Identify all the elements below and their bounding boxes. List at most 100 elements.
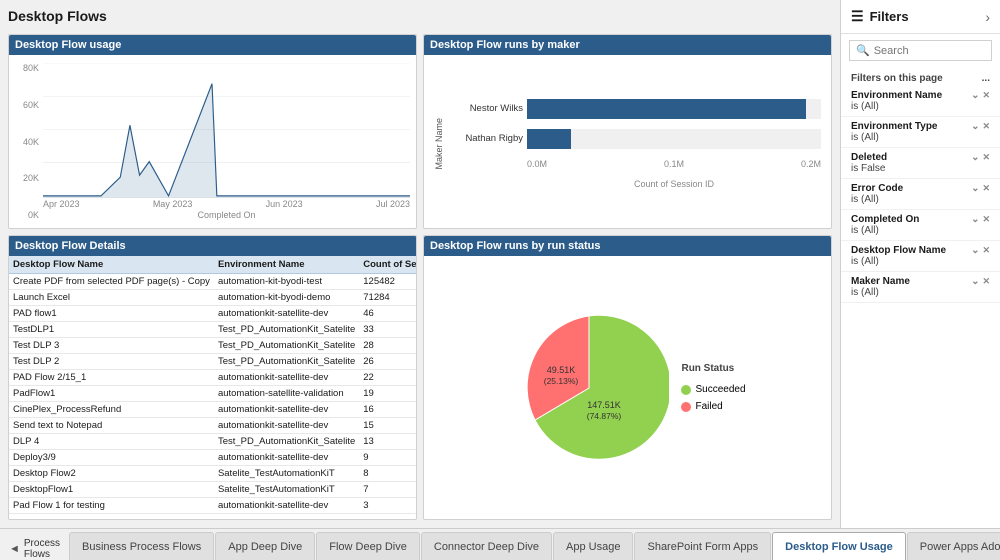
filter-name: Desktop Flow Name ⌄ ✕ [851, 245, 990, 256]
failed-dot [681, 402, 691, 412]
table-row: Deploy3/9automationkit-satellite-dev95/1… [9, 450, 416, 466]
chevron-down-icon[interactable]: ⌄ [971, 214, 979, 225]
filter-name: Environment Name ⌄ ✕ [851, 90, 990, 101]
table-row: Desktop Flow2Satelite_TestAutomationKiT8… [9, 466, 416, 482]
filter-item[interactable]: Maker Name ⌄ ✕ is (All) [841, 272, 1000, 303]
tab-power-apps-adoption[interactable]: Power Apps Adoption [907, 532, 1000, 560]
search-input[interactable] [874, 45, 985, 57]
tab-sharepoint-form-apps[interactable]: SharePoint Form Apps [634, 532, 771, 560]
filter-item[interactable]: Completed On ⌄ ✕ is (All) [841, 210, 1000, 241]
table-row: DLP 4Test_PD_AutomationKit_Satelite137/1… [9, 434, 416, 450]
table-cell: PAD Flow 2/15_1 [9, 370, 214, 386]
usage-chart-card: Desktop Flow usage 80K 60K 40K 20K 0K [8, 34, 417, 229]
table-cell: Test_PD_AutomationKit_Satelite [214, 322, 359, 338]
delete-filter-icon[interactable]: ✕ [982, 183, 990, 194]
usage-chart-title: Desktop Flow usage [9, 35, 416, 55]
table-cell: Test_PD_AutomationKit_Satelite [214, 354, 359, 370]
maker-chart-card: Desktop Flow runs by maker Maker Name Ne… [423, 34, 832, 229]
maker-row-0: Nestor Wilks [448, 99, 821, 119]
filters-close-icon[interactable]: › [985, 9, 990, 25]
legend-failed: Failed [681, 401, 745, 412]
filters-header: ☰ Filters › [841, 0, 1000, 34]
maker-label-0: Nestor Wilks [448, 103, 523, 114]
table-cell: CinePlex_ProcessRefund [9, 402, 214, 418]
table-cell: Satelite_TestAutomationKiT [214, 466, 359, 482]
table-row: Test DLP 3Test_PD_AutomationKit_Satelite… [9, 338, 416, 354]
filter-value: is (All) [851, 101, 990, 112]
filter-icons: ⌄ ✕ [971, 183, 990, 194]
svg-text:(74.87%): (74.87%) [587, 411, 622, 421]
filter-items: Environment Name ⌄ ✕ is (All) Environmen… [841, 86, 1000, 528]
delete-filter-icon[interactable]: ✕ [982, 152, 990, 163]
chevron-down-icon[interactable]: ⌄ [971, 90, 979, 101]
tab-nav-prev[interactable]: ◄ [6, 543, 23, 555]
col-flow-name: Desktop Flow Name [9, 256, 214, 274]
process-flows-label: Process Flows [24, 538, 60, 560]
table-cell: Test DLP 2 [9, 354, 214, 370]
filter-item[interactable]: Environment Type ⌄ ✕ is (All) [841, 117, 1000, 148]
filter-item[interactable]: Deleted ⌄ ✕ is False [841, 148, 1000, 179]
delete-filter-icon[interactable]: ✕ [982, 245, 990, 256]
table-row: CinePlex_ProcessRefundautomationkit-sate… [9, 402, 416, 418]
table-cell: 13 [359, 434, 416, 450]
svg-text:49.51K: 49.51K [547, 365, 576, 375]
filter-item[interactable]: Environment Name ⌄ ✕ is (All) [841, 86, 1000, 117]
table-row: PAD flow1automationkit-satellite-dev465/… [9, 306, 416, 322]
tabs-container: Business Process FlowsApp Deep DiveFlow … [69, 532, 1000, 560]
table-row: DesktopFlow1Satelite_TestAutomationKiT75… [9, 482, 416, 498]
tab-app-usage[interactable]: App Usage [553, 532, 633, 560]
filter-icons: ⌄ ✕ [971, 121, 990, 132]
legend-succeeded: Succeeded [681, 384, 745, 395]
run-status-legend-title: Run Status [681, 363, 745, 374]
table-cell: automationkit-satellite-dev [214, 450, 359, 466]
table-cell: PadFlow1 [9, 386, 214, 402]
table-row: Pad Flow 1 for testingautomationkit-sate… [9, 498, 416, 514]
tab-business-process-flows[interactable]: Business Process Flows [69, 532, 214, 560]
tab-connector-deep-dive[interactable]: Connector Deep Dive [421, 532, 552, 560]
filter-icons: ⌄ ✕ [971, 245, 990, 256]
x-axis-label: Completed On [43, 210, 410, 220]
chevron-down-icon[interactable]: ⌄ [971, 245, 979, 256]
table-cell: automationkit-satellite-dev [214, 306, 359, 322]
table-cell: Desktop Flow2 [9, 466, 214, 482]
tab-app-deep-dive[interactable]: App Deep Dive [215, 532, 315, 560]
table-row: TestDLP1Test_PD_AutomationKit_Satelite33… [9, 322, 416, 338]
filter-name: Environment Type ⌄ ✕ [851, 121, 990, 132]
table-row: Create PDF from selected PDF page(s) - C… [9, 274, 416, 290]
filter-value: is False [851, 163, 990, 174]
tab-flow-deep-dive[interactable]: Flow Deep Dive [316, 532, 420, 560]
filter-item[interactable]: Error Code ⌄ ✕ is (All) [841, 179, 1000, 210]
table-cell: automation-kit-byodi-demo [214, 290, 359, 306]
tab-desktop-flow-usage[interactable]: Desktop Flow Usage [772, 532, 906, 560]
table-cell: 16 [359, 402, 416, 418]
filter-value: is (All) [851, 225, 990, 236]
chevron-down-icon[interactable]: ⌄ [971, 152, 979, 163]
filter-name: Completed On ⌄ ✕ [851, 214, 990, 225]
table-cell: 9 [359, 450, 416, 466]
search-box[interactable]: 🔍 [849, 40, 992, 61]
usage-chart-svg [43, 63, 410, 198]
table-cell: 7 [359, 482, 416, 498]
maker-y-axis-label: Maker Name [434, 118, 444, 170]
table-cell: automation-satellite-validation [214, 386, 359, 402]
delete-filter-icon[interactable]: ✕ [982, 214, 990, 225]
delete-filter-icon[interactable]: ✕ [982, 90, 990, 101]
filter-icons: ⌄ ✕ [971, 276, 990, 287]
delete-filter-icon[interactable]: ✕ [982, 276, 990, 287]
table-cell: automationkit-satellite-dev [214, 418, 359, 434]
chevron-down-icon[interactable]: ⌄ [971, 183, 979, 194]
chevron-down-icon[interactable]: ⌄ [971, 276, 979, 287]
maker-row-1: Nathan Rigby [448, 129, 821, 149]
table-cell: 125482 [359, 274, 416, 290]
table-cell: Test DLP 3 [9, 338, 214, 354]
delete-filter-icon[interactable]: ✕ [982, 121, 990, 132]
filter-item[interactable]: Desktop Flow Name ⌄ ✕ is (All) [841, 241, 1000, 272]
x-axis-labels: Apr 2023 May 2023 Jun 2023 Jul 2023 [43, 198, 410, 210]
chevron-down-icon[interactable]: ⌄ [971, 121, 979, 132]
succeeded-label: Succeeded [695, 384, 745, 395]
filter-icons: ⌄ ✕ [971, 152, 990, 163]
table-cell: Create PDF from selected PDF page(s) - C… [9, 274, 214, 290]
filter-value: is (All) [851, 256, 990, 267]
page-title: Desktop Flows [8, 8, 832, 24]
table-cell: 46 [359, 306, 416, 322]
